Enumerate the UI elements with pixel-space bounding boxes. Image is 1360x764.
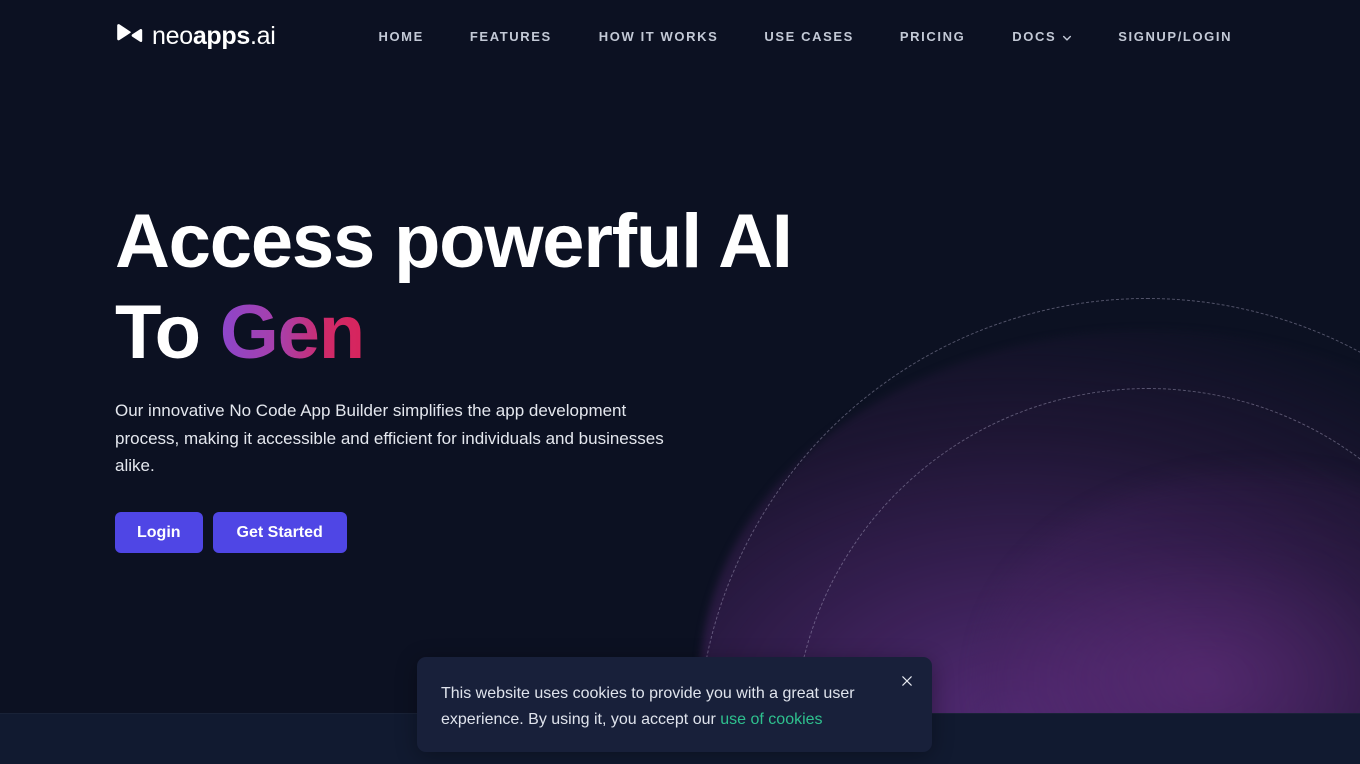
nav-item-features[interactable]: FEATURES <box>470 23 552 50</box>
login-button[interactable]: Login <box>115 511 203 553</box>
hero-title-accent: Gen <box>219 290 365 375</box>
hero-subtitle: Our innovative No Code App Builder simpl… <box>115 401 664 475</box>
main-navigation: HOME FEATURES HOW IT WORKS USE CASES PRI… <box>378 23 1232 50</box>
nav-label: HOW IT WORKS <box>598 28 719 44</box>
nav-item-signup-login[interactable]: SIGNUP/LOGIN <box>1118 23 1232 50</box>
site-header: neoapps.ai HOME FEATURES HOW IT WORKS US… <box>0 0 1360 72</box>
hero-title-line-2: To Gen <box>115 287 735 378</box>
nav-item-home[interactable]: HOME <box>378 23 423 50</box>
nav-item-how-it-works[interactable]: HOW IT WORKS <box>599 23 719 50</box>
nav-item-use-cases[interactable]: USE CASES <box>764 23 854 50</box>
nav-item-pricing[interactable]: PRICING <box>900 23 965 50</box>
get-started-button[interactable]: Get Started <box>212 511 347 553</box>
use-of-cookies-link[interactable]: use of cookies <box>720 711 822 728</box>
close-icon <box>900 674 914 688</box>
cookie-consent-banner: This website uses cookies to provide you… <box>417 657 932 752</box>
brand-name: neoapps.ai <box>152 21 276 50</box>
brand-logo-link[interactable]: neoapps.ai <box>114 21 276 51</box>
hero-content: Access powerful AI To Gen Our innovative… <box>115 196 793 553</box>
chevron-down-icon <box>1062 31 1072 41</box>
nav-label: HOME <box>378 28 424 44</box>
hero-section: Access powerful AI To Gen Our innovative… <box>0 0 1360 764</box>
neoapps-play-mark-icon <box>114 21 144 51</box>
nav-label: FEATURES <box>469 28 552 44</box>
page-title: Access powerful AI To Gen <box>115 196 793 378</box>
hero-title-plain: To <box>115 290 220 375</box>
hero-actions: Login Get Started <box>115 511 735 553</box>
nav-label: PRICING <box>899 28 966 44</box>
nav-label: SIGNUP/LOGIN <box>1118 28 1233 44</box>
nav-label: USE CASES <box>764 28 854 44</box>
nav-label: DOCS <box>1012 28 1057 44</box>
landing-page: neoapps.ai HOME FEATURES HOW IT WORKS US… <box>0 0 1360 764</box>
nav-item-docs[interactable]: DOCS <box>1012 23 1072 50</box>
hero-title-line-1: Access powerful AI <box>115 199 793 284</box>
cookie-banner-text: This website uses cookies to provide you… <box>441 681 871 733</box>
cookie-banner-close-button[interactable] <box>894 668 920 694</box>
